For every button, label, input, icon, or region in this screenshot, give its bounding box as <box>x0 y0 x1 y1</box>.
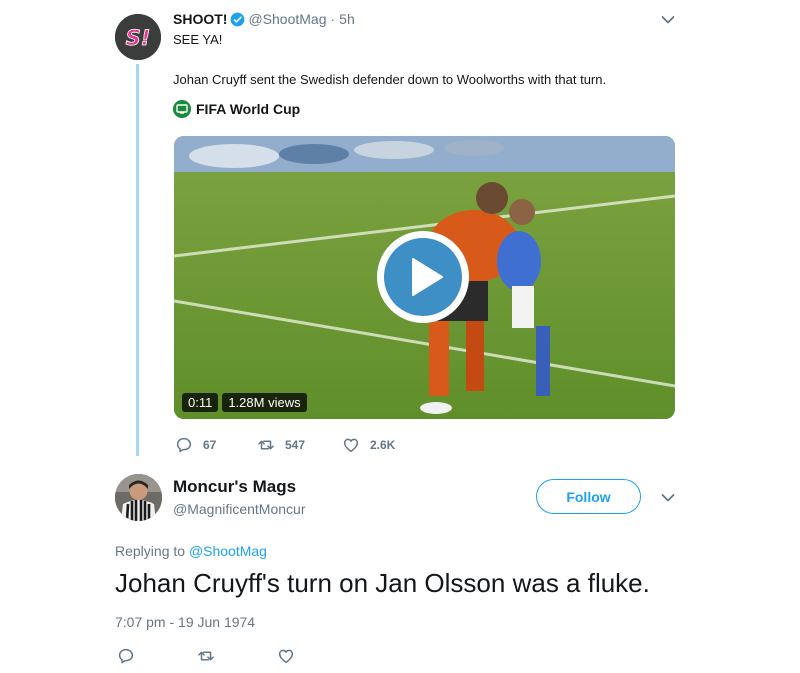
world-cup-icon <box>173 100 191 118</box>
reply-button[interactable]: 67 <box>175 436 257 454</box>
chevron-down-icon[interactable] <box>661 493 675 503</box>
replying-to-line: Replying to @ShootMag <box>115 543 267 559</box>
play-button[interactable] <box>377 231 469 323</box>
thread-connector-line <box>136 64 139 456</box>
tweet2-timestamp[interactable]: 7:07 pm - 19 Jun 1974 <box>115 614 255 630</box>
follow-button[interactable]: Follow <box>536 479 641 514</box>
tweet2-text: Johan Cruyff's turn on Jan Olsson was a … <box>115 568 650 598</box>
tweet2-author-handle[interactable]: @MagnificentMoncur <box>173 501 306 517</box>
tweet1-body: Johan Cruyff sent the Swedish defender d… <box>173 72 607 87</box>
replying-to-link[interactable]: @ShootMag <box>189 543 267 559</box>
retweet-button[interactable]: 547 <box>257 436 342 454</box>
tweet1-author-handle[interactable]: @ShootMag <box>248 11 326 27</box>
verified-badge-icon <box>231 12 245 26</box>
moncur-avatar[interactable] <box>115 474 162 521</box>
like-button[interactable]: 2.6K <box>342 436 395 454</box>
tweet2-author-name[interactable]: Moncur's Mags <box>173 477 296 497</box>
play-icon <box>412 258 443 296</box>
retweet-icon <box>258 440 274 450</box>
video-views: 1.28M views <box>222 393 307 412</box>
video-player[interactable]: 0:11 1.28M views <box>174 136 675 419</box>
reply-count: 67 <box>203 438 217 452</box>
heart-icon[interactable] <box>277 647 295 665</box>
video-info-badges: 0:11 1.28M views <box>182 393 307 412</box>
tweet1-header: SHOOT! @ShootMag · 5h <box>173 11 355 27</box>
video-source[interactable]: FIFA World Cup <box>173 100 300 118</box>
video-duration: 0:11 <box>182 393 219 412</box>
heart-icon <box>343 438 359 453</box>
tweet1-text: SEE YA! <box>173 32 223 47</box>
reply-icon <box>176 437 192 453</box>
header-separator: · <box>330 11 336 27</box>
tweet1-author-name[interactable]: SHOOT! <box>173 11 227 27</box>
tweet1-action-bar: 67 547 2.6K <box>175 436 395 454</box>
like-count: 2.6K <box>370 438 396 452</box>
chevron-down-icon[interactable] <box>661 15 675 25</box>
play-button-circle <box>384 238 462 316</box>
avatar-logo-text: S! <box>126 26 151 50</box>
video-source-label: FIFA World Cup <box>196 101 301 117</box>
replying-prefix: Replying to <box>115 543 189 559</box>
tweet2-action-bar <box>117 647 295 665</box>
tweet1-timestamp[interactable]: 5h <box>339 11 355 27</box>
retweet-count: 547 <box>285 438 306 452</box>
shoot-avatar[interactable]: S! <box>115 14 161 60</box>
retweet-icon[interactable] <box>197 647 215 665</box>
reply-icon[interactable] <box>117 647 135 665</box>
